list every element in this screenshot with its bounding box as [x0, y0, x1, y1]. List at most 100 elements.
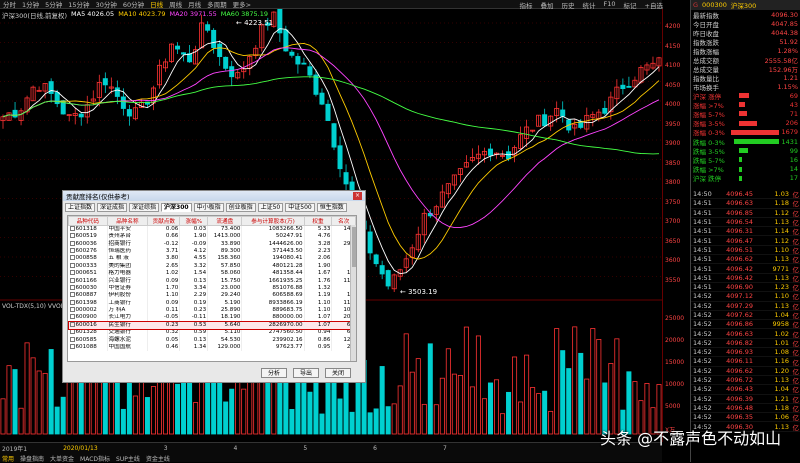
- cell-text: 1444626.00: [268, 240, 303, 247]
- table-row[interactable]: 600585 海螺水泥 0.05 0.13 54.530 239902.16 0.86 127: [68, 336, 356, 344]
- row-checkbox[interactable]: [69, 270, 75, 276]
- row-checkbox[interactable]: [69, 299, 75, 305]
- bottom-tab-2[interactable]: 大单资金: [50, 454, 74, 463]
- period-tab-5[interactable]: 60分钟: [123, 0, 144, 9]
- dialog-button-0[interactable]: 分析: [261, 368, 287, 378]
- dialog-title: 贡献度排名(仅供参考): [66, 193, 130, 201]
- column-header[interactable]: 贡献点数: [147, 216, 181, 226]
- table-row[interactable]: 600036 招商银行 -0.12 -0.09 33.890 1444626.00 3.28…: [68, 240, 356, 248]
- bottom-tab-0[interactable]: 常用: [2, 454, 14, 463]
- bottom-tab-5[interactable]: 资金主线: [146, 454, 170, 463]
- bottom-tab-1[interactable]: 操盘指南: [20, 454, 44, 463]
- column-header[interactable]: 权重: [303, 216, 333, 226]
- candle-body: [120, 96, 126, 109]
- contribution-table[interactable]: 品种代码 品种名称 贡献点数 涨幅% 流通盘 参与计算股本(万) 权重 名次 601318 中国…: [67, 215, 357, 362]
- index-tab-6[interactable]: 上证50: [257, 203, 284, 212]
- cell-text: 1.32: [317, 284, 331, 291]
- row-checkbox[interactable]: [69, 226, 75, 231]
- table-row[interactable]: 600030中信证券1.703.3423.000851076.881.326: [68, 284, 356, 293]
- period-tab-1[interactable]: 1分钟: [22, 0, 39, 9]
- menu-item-0[interactable]: 指标: [520, 0, 533, 10]
- row-checkbox[interactable]: [69, 307, 75, 313]
- row-checkbox[interactable]: [69, 344, 75, 350]
- column-header[interactable]: 品种代码: [68, 216, 108, 226]
- contribution-dialog[interactable]: 贡献度排名(仅供参考) × 上证指数 深证成指 深证综指 沪深300 中小板指 创业板指上…: [62, 190, 366, 383]
- row-checkbox[interactable]: [69, 240, 75, 246]
- table-row[interactable]: 600519贵州茅台0.661.901413.00050247.914.763: [68, 233, 356, 241]
- menu-item-3[interactable]: 统计: [583, 0, 596, 10]
- period-tab-3[interactable]: 15分钟: [68, 0, 89, 9]
- table-row[interactable]: 601398 工商银行 0.09 0.19 5.190 8933866.19 1.10 112: [68, 299, 356, 307]
- cell-text: 格力电器: [108, 270, 131, 277]
- volume-tick: 10000: [665, 381, 685, 388]
- table-cell: 18.190: [207, 314, 243, 322]
- row-checkbox[interactable]: [69, 262, 75, 268]
- column-header[interactable]: 品种名称: [106, 216, 149, 226]
- table-row[interactable]: 601088中国国航0.461.34129.00097623.770.9527: [68, 343, 356, 352]
- menu-item-6[interactable]: +自选: [645, 0, 663, 10]
- tick-list[interactable]: 14:50 4096.45 1.03 亿 14:51 4096.63 1.18 亿 14:51 4…: [691, 190, 800, 432]
- cell-text: 600016: [75, 321, 97, 328]
- menu-item-1[interactable]: 叠加: [541, 0, 554, 10]
- table-scrollbar[interactable]: [350, 225, 356, 361]
- index-tab-4[interactable]: 中小板指: [193, 203, 224, 212]
- row-checkbox[interactable]: [69, 329, 75, 335]
- index-tab-1[interactable]: 深证成指: [97, 203, 128, 212]
- table-row[interactable]: 601166 兴业银行 0.09 0.13 15.750 1661935.25 1.76 11…: [68, 277, 356, 285]
- row-checkbox[interactable]: [69, 277, 75, 283]
- table-row[interactable]: 601318 中国平安 0.06 0.03 73.400 1083266.50 5.33 14…: [68, 225, 356, 233]
- table-row[interactable]: 600900 长江电力 -0.05 -0.11 18.190 880000.00 1.07 2…: [68, 314, 356, 322]
- row-checkbox[interactable]: [69, 284, 75, 290]
- table-row[interactable]: 000651格力电器1.021.5458.060481358.441.6711: [68, 269, 356, 278]
- bottom-tab-4[interactable]: SUP主线: [116, 454, 140, 463]
- tick-price: 4096.54: [726, 218, 753, 227]
- table-row[interactable]: 600016民生银行0.230.535.6402826970.001.0765: [68, 320, 356, 331]
- index-tab-8[interactable]: 恒生指数: [316, 203, 347, 212]
- menu-item-5[interactable]: 标记: [624, 0, 637, 10]
- index-tab-2[interactable]: 深证综指: [129, 203, 160, 212]
- column-header[interactable]: 流通盘: [207, 216, 243, 226]
- period-tab-2[interactable]: 5分钟: [45, 0, 62, 9]
- column-header[interactable]: 涨幅%: [179, 216, 209, 226]
- volume-bar: [596, 339, 602, 435]
- dialog-button-2[interactable]: 关闭: [325, 368, 351, 378]
- row-checkbox[interactable]: [69, 314, 75, 320]
- tick-time: 14:51: [693, 264, 712, 273]
- bottom-tab-3[interactable]: MACD指标: [80, 454, 110, 463]
- cell-text: 3.34: [193, 284, 207, 291]
- period-tab-6[interactable]: 日线: [150, 0, 163, 9]
- table-cell: 89.300: [207, 247, 243, 256]
- index-tab-7[interactable]: 中证500: [285, 203, 315, 212]
- period-tab-10[interactable]: 更多>: [233, 0, 251, 9]
- table-row[interactable]: 000858五 粮 液3.804.55158.360194080.412.061: [68, 255, 356, 263]
- index-tab-5[interactable]: 创业板指: [225, 203, 256, 212]
- table-row[interactable]: 000333美的集团2.653.3257.850480121.281.904: [68, 262, 356, 270]
- menu-item-2[interactable]: 历史: [562, 0, 575, 10]
- row-checkbox[interactable]: [69, 247, 75, 253]
- table-row[interactable]: 601328交通银行0.320.595.1102747560.500.9460: [68, 329, 356, 337]
- period-tab-0[interactable]: 分时: [3, 0, 16, 9]
- menu-item-4[interactable]: F10: [604, 0, 616, 9]
- volume-bar: [48, 349, 54, 435]
- index-tab-0[interactable]: 上证指数: [65, 203, 96, 212]
- table-row[interactable]: 600887伊利股份1.102.2929.240606588.691.1910: [68, 292, 356, 300]
- stat-value: 1.15%: [777, 82, 798, 91]
- period-tab-9[interactable]: 多周期: [207, 0, 227, 9]
- row-checkbox[interactable]: [69, 233, 75, 239]
- index-tab-3[interactable]: 沪深300: [161, 203, 192, 212]
- row-checkbox[interactable]: [69, 292, 75, 298]
- column-header[interactable]: 参与计算股本(万): [241, 216, 305, 226]
- table-row[interactable]: 000002 万 科A 0.11 0.23 25.890 889683.75 1.10 100: [68, 306, 356, 315]
- volume-bar: [102, 373, 108, 435]
- table-cell: 1.07: [304, 314, 333, 322]
- row-checkbox[interactable]: [69, 321, 75, 327]
- ma-legend-item: MA5 4026.05: [71, 10, 115, 18]
- period-tab-8[interactable]: 月线: [188, 0, 201, 9]
- period-tab-4[interactable]: 30分钟: [96, 0, 117, 9]
- close-icon[interactable]: ×: [353, 192, 362, 200]
- period-tab-7[interactable]: 周线: [169, 0, 182, 9]
- dialog-button-1[interactable]: 导出: [293, 368, 319, 378]
- table-row[interactable]: 600276恒瑞医药3.714.1289.300371443.502.232: [68, 247, 356, 256]
- row-checkbox[interactable]: [69, 336, 75, 342]
- row-checkbox[interactable]: [69, 255, 75, 261]
